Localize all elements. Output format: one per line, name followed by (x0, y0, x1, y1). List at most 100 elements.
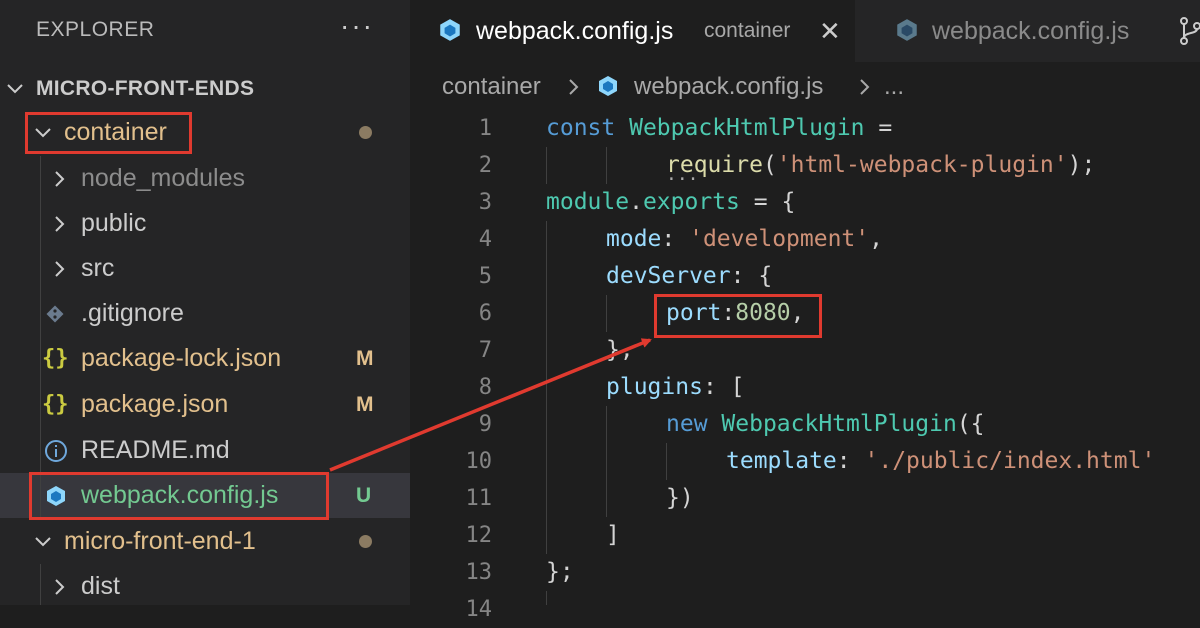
tab-title: webpack.config.js (476, 17, 674, 45)
code-line-4: mode: 'development', (606, 221, 883, 258)
tree-item-dist[interactable]: dist (0, 564, 410, 605)
line-number: 9 (478, 412, 492, 437)
code-line-11: }) (666, 480, 694, 517)
tree-item-label: webpack.config.js (81, 481, 279, 509)
line-number: 10 (465, 449, 493, 474)
token-property: plugins (606, 374, 703, 400)
tree-item-label: public (81, 209, 147, 237)
tree-item-micro-front-end-1[interactable]: micro-front-end-1 (0, 519, 410, 564)
more-actions-icon[interactable]: ··· (340, 10, 374, 42)
token-punct: . (629, 189, 643, 215)
token-keyword: const (546, 115, 616, 141)
code-editor[interactable]: 1 2 3 4 5 6 7 8 9 10 11 12 13 14 const W… (410, 108, 1200, 622)
line-number: 5 (478, 264, 492, 289)
info-icon (44, 428, 68, 473)
code-line-3: module.exports = { (546, 184, 795, 221)
code-indent-guide (606, 406, 607, 517)
token-number: 8080 (735, 300, 791, 326)
fold-ellipsis: ... (666, 164, 699, 185)
line-number: 2 (478, 153, 492, 178)
git-status-badge: U (356, 484, 372, 507)
token-string: 'html-webpack-plugin' (776, 152, 1068, 178)
webpack-cube-icon (596, 74, 620, 103)
json-icon: {} (42, 346, 69, 371)
tab-webpack-config[interactable]: webpack.config.js (866, 0, 1156, 62)
code-indent-guide (546, 147, 547, 184)
token-punct: , (790, 300, 805, 326)
tree-item-public[interactable]: public (0, 201, 410, 246)
line-number: 11 (465, 486, 493, 511)
tab-description: container (704, 19, 791, 42)
chevron-down-icon (6, 66, 24, 111)
token-punct: : (721, 300, 736, 326)
editor-area: webpack.config.js container ✕ webpack.co… (410, 0, 1200, 622)
close-icon[interactable]: ✕ (819, 0, 841, 62)
line-number: 7 (478, 338, 492, 363)
tree-item-label: src (81, 254, 115, 282)
modified-dot (359, 126, 372, 139)
line-number: 8 (478, 375, 492, 400)
breadcrumb-file[interactable]: webpack.config.js (634, 62, 823, 112)
chevron-right-icon (52, 201, 68, 246)
token-class: WebpackHtmlPlugin (629, 115, 865, 141)
code-indent-guide (666, 443, 667, 480)
tree-item-label: container (64, 118, 167, 146)
tree-item-package-json[interactable]: {} package.json M (0, 382, 410, 427)
breadcrumb-folder[interactable]: container (442, 62, 541, 112)
explorer-title: EXPLORER (36, 18, 155, 41)
token-module: module (546, 189, 630, 215)
token-property: exports (642, 189, 740, 215)
line-number: 12 (465, 523, 493, 548)
tab-bar: webpack.config.js container ✕ webpack.co… (410, 0, 1200, 62)
tree-item-label: README.md (81, 436, 230, 464)
code-indent-guide (606, 147, 607, 184)
tree-item-label: package-lock.json (81, 344, 282, 372)
token-punct: ); (1067, 152, 1096, 178)
json-icon: {} (42, 392, 69, 417)
line-number: 1 (478, 116, 492, 141)
token-punct: , (869, 226, 883, 252)
code-line-9: new WebpackHtmlPlugin({ (666, 406, 985, 443)
tree-root-micro-front-ends[interactable]: MICRO-FRONT-ENDS (0, 66, 410, 111)
code-indent-guide (546, 221, 547, 554)
token-class: WebpackHtmlPlugin (721, 411, 957, 437)
line-number: 14 (465, 597, 493, 622)
tree-root-label: MICRO-FRONT-ENDS (36, 77, 255, 100)
git-icon (44, 291, 66, 336)
tree-item-node-modules[interactable]: node_modules (0, 156, 410, 201)
code-line-5: devServer: { (606, 258, 772, 295)
code-line-12: ] (606, 517, 620, 554)
token-punct: ( (762, 152, 777, 178)
code-line-10: template: './public/index.html' (726, 443, 1155, 480)
source-control-icon[interactable] (1178, 16, 1200, 51)
breadcrumb-symbols[interactable]: ... (884, 62, 904, 112)
vscode-window: EXPLORER ··· MICRO-FRONT-ENDS container … (0, 0, 1200, 622)
chevron-down-icon (34, 110, 52, 155)
tree-item-gitignore[interactable]: .gitignore (0, 291, 410, 336)
token-punct: }; (546, 559, 574, 585)
token-string: './public/index.html' (864, 448, 1156, 474)
code-line-1: const WebpackHtmlPlugin = (546, 110, 892, 147)
chevron-down-icon (34, 519, 52, 564)
tree-item-container[interactable]: container (0, 110, 410, 155)
token-operator: = (878, 115, 893, 141)
token-string: 'development' (689, 226, 870, 252)
tree-item-readme-md[interactable]: README.md (0, 428, 410, 473)
tree-item-label: .gitignore (81, 299, 184, 327)
tab-webpack-config-container[interactable]: webpack.config.js container ✕ (410, 0, 855, 62)
tree-item-src[interactable]: src (0, 246, 410, 291)
code-indent-guide (546, 591, 547, 605)
code-line-7: }, (606, 332, 634, 369)
tree-item-package-lock-json[interactable]: {} package-lock.json M (0, 336, 410, 381)
code-line-13: }; (546, 554, 574, 591)
line-number: 4 (478, 227, 492, 252)
git-status-badge: M (356, 393, 374, 416)
tree-item-webpack-config-js[interactable]: webpack.config.js U (0, 473, 410, 518)
tree-item-label: micro-front-end-1 (64, 527, 256, 555)
webpack-cube-icon (437, 17, 463, 48)
token-punct: : { (730, 263, 773, 289)
token-punct: }) (666, 485, 694, 511)
code-line-2: require('html-webpack-plugin'); (666, 147, 1095, 184)
token-property: port (666, 300, 722, 326)
tree-indent-guide (40, 564, 41, 605)
